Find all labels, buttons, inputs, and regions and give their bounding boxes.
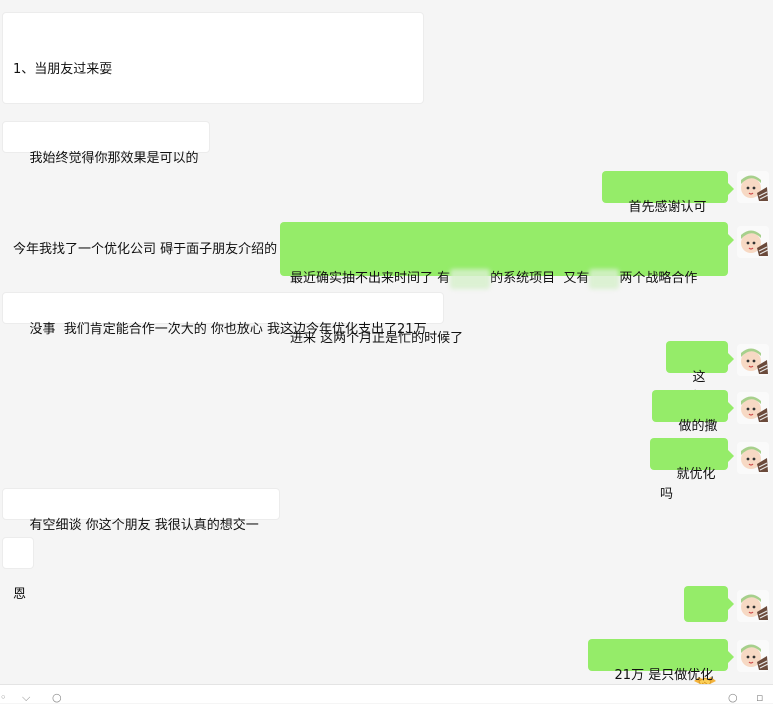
- message-bubble-outgoing[interactable]: 首先感谢认可: [602, 171, 734, 253]
- emoji-icon[interactable]: ◦: [0, 692, 7, 703]
- chat-message-list[interactable]: 1、当朋友过来耍 2、想和你谈下大闸蟹优化的事情 今年我找了一个优化公司 碍于面…: [0, 0, 773, 684]
- phone-icon[interactable]: ○: [728, 692, 738, 703]
- message-text: 21万 是只做优化吗: [614, 668, 714, 683]
- baby-avatar-icon: [737, 226, 769, 258]
- message-bubble-outgoing[interactable]: 做的撒哦: [652, 390, 734, 454]
- baby-avatar-icon: [737, 171, 769, 203]
- avatar[interactable]: [737, 226, 769, 258]
- message-text: 1、当朋友过来耍: [13, 62, 113, 77]
- message-bubble-outgoing[interactable]: 就优化吗: [650, 438, 734, 502]
- message-bubble-outgoing[interactable]: 这么多: [666, 341, 734, 405]
- message-bubble-outgoing[interactable]: [684, 586, 734, 684]
- message-line: 最近确实抽不出来时间了 有▒▒▒▒的系统项目 又有▒▒▒两个战略合作: [290, 269, 718, 289]
- message-bubble-outgoing[interactable]: 最近确实抽不出来时间了 有▒▒▒▒的系统项目 又有▒▒▒两个战略合作 进来 这两…: [280, 222, 734, 346]
- message-bubble-incoming[interactable]: 我始终觉得你那效果是可以的: [2, 121, 210, 166]
- message-bubble-incoming[interactable]: 恩: [2, 537, 34, 602]
- message-text: 两个战略合作: [619, 271, 698, 286]
- baby-avatar-icon: [737, 344, 769, 376]
- avatar[interactable]: [737, 344, 769, 376]
- avatar[interactable]: [737, 640, 769, 672]
- baby-avatar-icon: [737, 442, 769, 474]
- video-icon[interactable]: ▫: [756, 692, 763, 703]
- avatar[interactable]: [737, 442, 769, 474]
- input-toolbar: ◦ ⌵ ○ ○ ▫: [0, 684, 773, 703]
- message-text: 恩: [13, 587, 27, 602]
- message-text: 最近确实抽不出来时间了 有: [290, 271, 451, 286]
- baby-avatar-icon: [737, 590, 769, 622]
- avatar[interactable]: [737, 171, 769, 203]
- avatar[interactable]: [737, 590, 769, 622]
- message-bubble-incoming[interactable]: 1、当朋友过来耍 2、想和你谈下大闸蟹优化的事情 今年我找了一个优化公司 碍于面…: [2, 12, 424, 257]
- message-text: 有空细谈 你这个朋友 我很认真的想交一下: [13, 518, 259, 553]
- avatar[interactable]: [737, 392, 769, 424]
- scissors-icon[interactable]: ⌵: [22, 692, 30, 703]
- message-bubble-outgoing[interactable]: 21万 是只做优化吗: [588, 639, 734, 683]
- baby-avatar-icon: [737, 640, 769, 672]
- message-text: 我始终觉得你那效果是可以的: [29, 151, 199, 166]
- message-text: 就优化吗: [660, 467, 716, 502]
- redacted-text: ▒▒▒▒: [450, 269, 491, 289]
- redacted-text: ▒▒▒: [589, 269, 620, 289]
- baby-avatar-icon: [737, 392, 769, 424]
- message-text: 首先感谢认可: [628, 200, 707, 215]
- message-text: 的系统项目 又有: [490, 271, 590, 286]
- message-bubble-incoming[interactable]: 有空细谈 你这个朋友 我很认真的想交一下: [2, 488, 280, 553]
- message-text: 没事 我们肯定能合作一次大的 你也放心 我这边今年优化支出了21万: [29, 322, 427, 337]
- message-bubble-incoming[interactable]: 没事 我们肯定能合作一次大的 你也放心 我这边今年优化支出了21万: [2, 292, 444, 337]
- chat-icon[interactable]: ○: [52, 692, 62, 703]
